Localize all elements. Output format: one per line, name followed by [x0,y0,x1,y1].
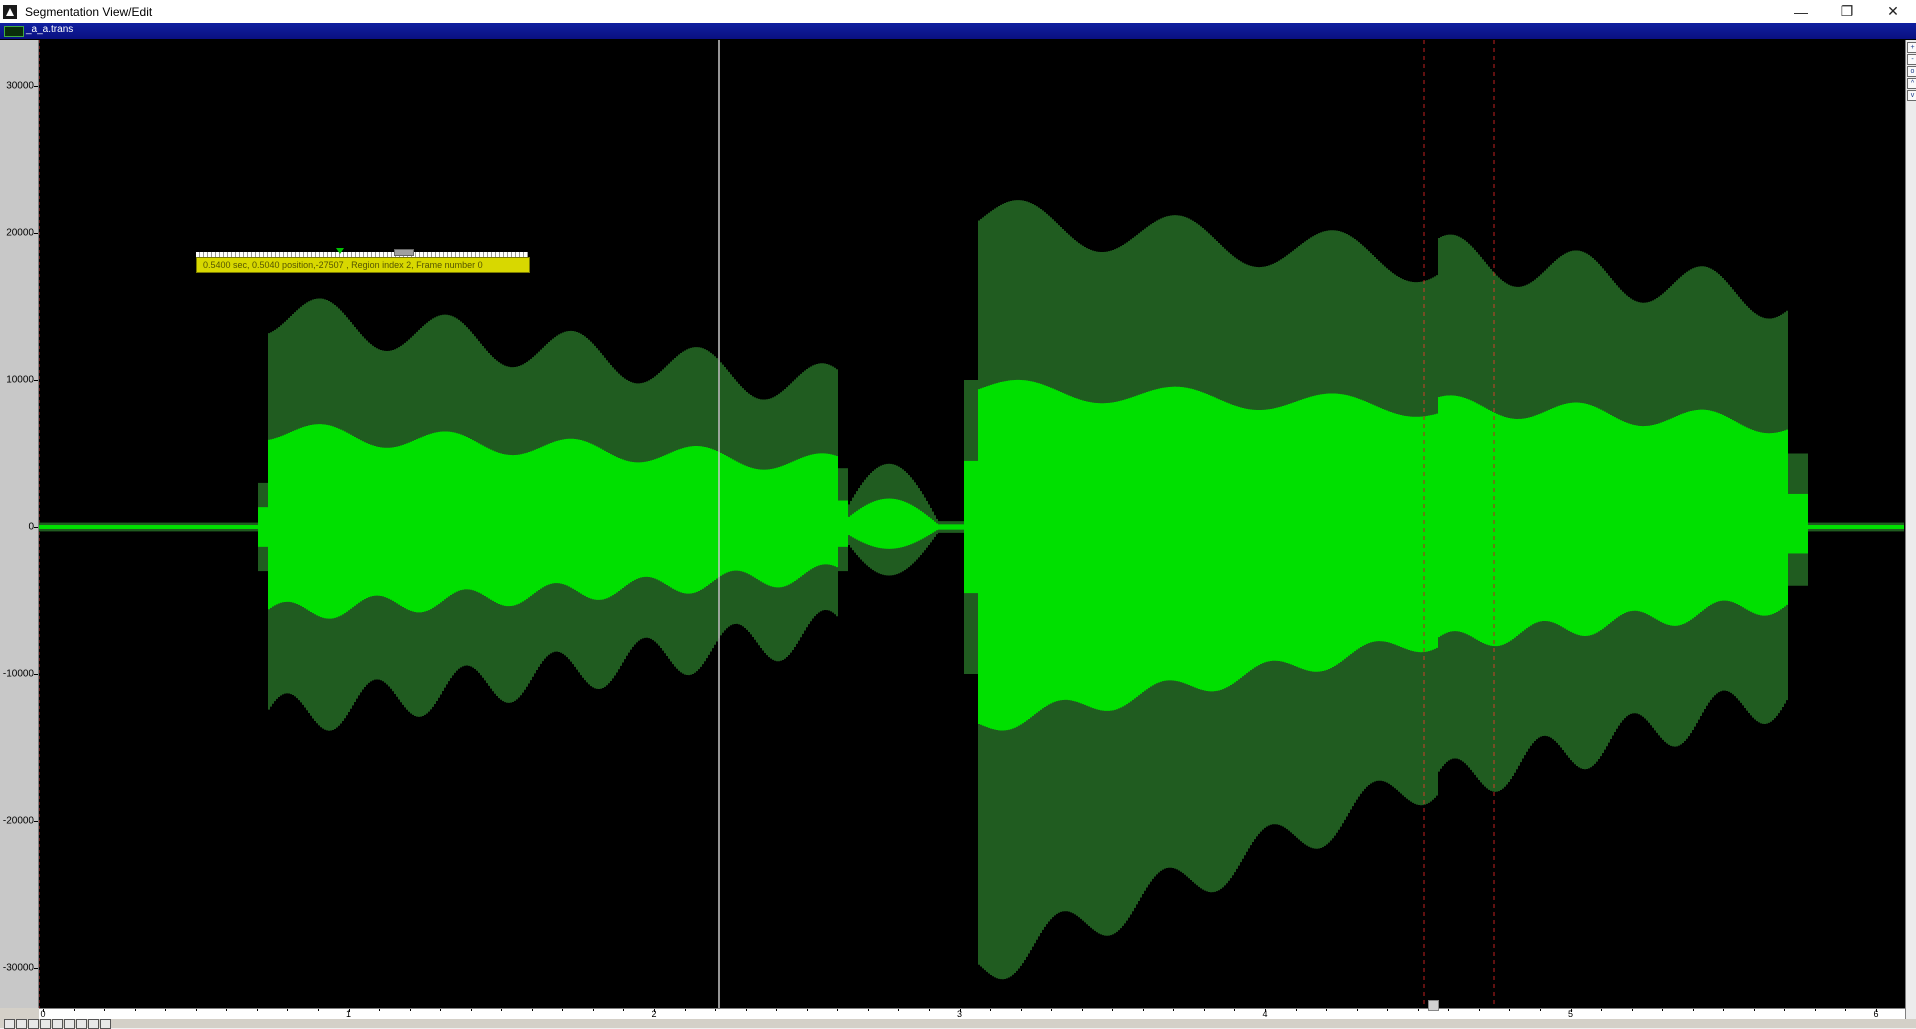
x-minor-tick [409,1009,411,1011]
scroll-down-icon[interactable]: v [1907,90,1916,101]
x-minor-tick [562,1009,564,1011]
tooltip-text: 0.5400 sec, 0.5040 position,-27507 , Reg… [203,260,483,270]
x-minor-tick [1173,1009,1175,1011]
right-toolbar: + - o ^ v [1905,40,1916,1028]
title-bar: Segmentation View/Edit — ❐ ✕ [0,0,1916,23]
x-minor-tick [470,1009,472,1011]
x-minor-tick [867,1009,869,1011]
x-minor-tick [134,1009,136,1011]
x-minor-tick [806,1009,808,1011]
y-axis: 30000 20000 10000 0 -10000 -20000 -30000 [0,40,39,1008]
waveform-trace [39,200,1904,980]
x-tick-label: 5 [1567,1009,1574,1019]
x-minor-tick [1784,1009,1786,1011]
x-tick-label: 0 [40,1009,46,1019]
x-minor-tick [1753,1009,1755,1011]
x-minor-tick [1295,1009,1297,1011]
x-minor-tick [256,1009,258,1011]
document-title: _a_a.trans [26,24,74,35]
x-minor-tick [440,1009,442,1011]
x-minor-tick [1051,1009,1053,1011]
x-minor-tick [287,1009,289,1011]
x-minor-tick [684,1009,686,1011]
window-title: Segmentation View/Edit [25,4,153,19]
x-minor-tick [776,1009,778,1011]
x-minor-tick [1234,1009,1236,1011]
x-minor-tick [1203,1009,1205,1011]
waveform-plot[interactable] [39,40,1905,1008]
y-tick-mark [34,233,38,234]
x-minor-tick [1601,1009,1603,1011]
x-minor-tick [317,1009,319,1011]
y-tick-mark [34,674,38,675]
x-minor-tick [898,1009,900,1011]
x-tick-label: 1 [345,1009,352,1019]
y-tick-label: 10000 [6,374,34,386]
close-icon[interactable]: ✕ [1870,0,1916,23]
position-tooltip: 0.5400 sec, 0.5040 position,-27507 , Reg… [196,257,530,273]
x-minor-tick [592,1009,594,1011]
waveform-svg[interactable] [39,40,1905,1008]
x-minor-tick [165,1009,167,1011]
region-label-box[interactable] [1428,1000,1439,1011]
y-tick-label: 20000 [6,227,34,239]
restore-icon[interactable]: ❐ [1824,0,1870,23]
x-minor-tick [531,1009,533,1011]
minimize-icon[interactable]: — [1778,0,1824,23]
x-minor-tick [1020,1009,1022,1011]
y-tick-mark [34,86,38,87]
zoom-out-icon[interactable]: - [1907,54,1916,65]
x-minor-tick [195,1009,197,1011]
scroll-up-icon[interactable]: ^ [1907,78,1916,89]
y-tick-mark [34,821,38,822]
x-minor-tick [1326,1009,1328,1011]
x-minor-tick [226,1009,228,1011]
x-minor-tick [928,1009,930,1011]
y-tick-mark [34,380,38,381]
x-minor-tick [745,1009,747,1011]
x-tick-label: 6 [1873,1009,1879,1019]
ruler-handle[interactable] [394,249,414,256]
x-minor-tick [379,1009,381,1011]
x-minor-tick [1631,1009,1633,1011]
x-tick-label: 2 [651,1009,657,1019]
x-minor-tick [1142,1009,1144,1011]
x-minor-tick [623,1009,625,1011]
x-minor-tick [1387,1009,1389,1011]
x-minor-tick [1356,1009,1358,1011]
document-title-bar: _a_a.trans [0,23,1916,40]
x-minor-tick [1845,1009,1847,1011]
x-minor-tick [990,1009,992,1011]
x-minor-tick [1081,1009,1083,1011]
x-minor-tick [73,1009,75,1011]
x-minor-tick [1814,1009,1816,1011]
x-minor-tick [1478,1009,1480,1011]
y-tick-label: 30000 [6,80,34,92]
y-tick-mark [34,968,38,969]
x-minor-tick [1448,1009,1450,1011]
x-minor-tick [501,1009,503,1011]
y-tick-mark [34,527,38,528]
x-minor-tick [1662,1009,1664,1011]
x-tick-label: 4 [1262,1009,1268,1019]
zoom-reset-icon[interactable]: o [1907,66,1916,77]
x-minor-tick [1112,1009,1114,1011]
x-minor-tick [104,1009,106,1011]
x-minor-tick [1723,1009,1725,1011]
x-minor-tick [1539,1009,1541,1011]
x-minor-tick [1692,1009,1694,1011]
y-tick-label: -10000 [2,668,34,680]
y-tick-label: -20000 [2,815,34,827]
x-minor-tick [837,1009,839,1011]
x-minor-tick [1417,1009,1419,1011]
bottom-toolbar [0,1019,1916,1029]
x-minor-tick [715,1009,717,1011]
x-minor-tick [1509,1009,1511,1011]
document-icon [4,26,24,37]
y-tick-label: -30000 [2,962,34,974]
ruler-position-marker[interactable] [336,248,344,254]
app-icon [3,4,17,19]
zoom-in-icon[interactable]: + [1907,42,1916,53]
x-tick-label: 3 [956,1009,963,1019]
